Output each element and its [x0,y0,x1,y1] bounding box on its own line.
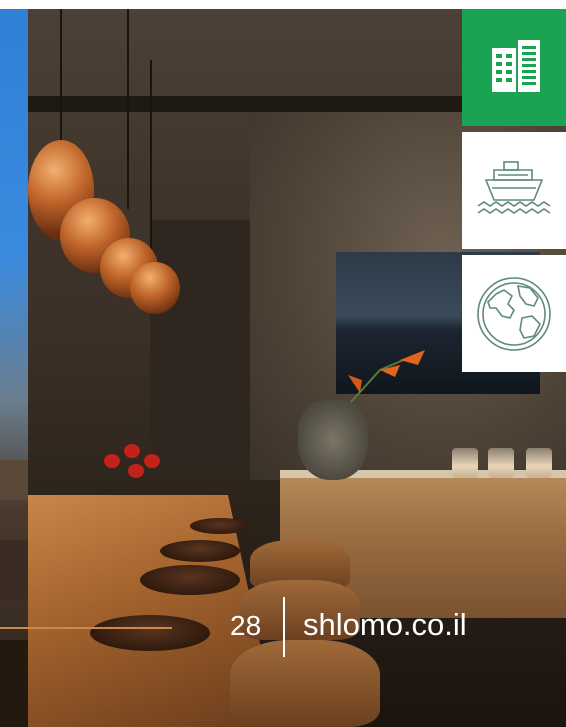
wall-panel [150,220,250,470]
plate [140,565,240,595]
red-roses [100,440,170,480]
side-menu-item-buildings[interactable] [462,9,566,126]
plate [90,615,210,651]
candle-holder [526,448,552,478]
top-border [0,0,566,9]
lamp-cord [60,9,62,159]
plate [160,540,240,562]
rose [144,454,160,468]
glass-vase [298,400,368,480]
globe-icon [477,276,551,351]
city-building [0,540,28,600]
candle-holder [452,448,478,478]
rose [104,454,120,468]
building-icon [492,39,540,92]
page-number: 28 [230,610,262,641]
footer-accent-line [0,627,172,629]
lamp-cord [150,60,152,265]
footer-divider [283,597,285,657]
ship-icon [477,160,551,214]
side-menu-item-global[interactable] [462,255,566,372]
website-link[interactable]: shlomo.co.il [303,605,467,645]
lamp-cord [127,9,129,209]
copper-pendant-lamp [130,262,180,314]
city-photo-strip [0,0,28,727]
dining-chair [230,640,380,727]
candle-holder [488,448,514,478]
page-frame: 28 shlomo.co.il [0,0,566,727]
rose [124,444,140,458]
bird-of-paradise-flowers [348,350,425,404]
rose [128,464,144,478]
plate [190,518,250,534]
side-menu-item-shipping[interactable] [462,132,566,249]
city-building [0,640,28,727]
city-building [0,460,28,500]
